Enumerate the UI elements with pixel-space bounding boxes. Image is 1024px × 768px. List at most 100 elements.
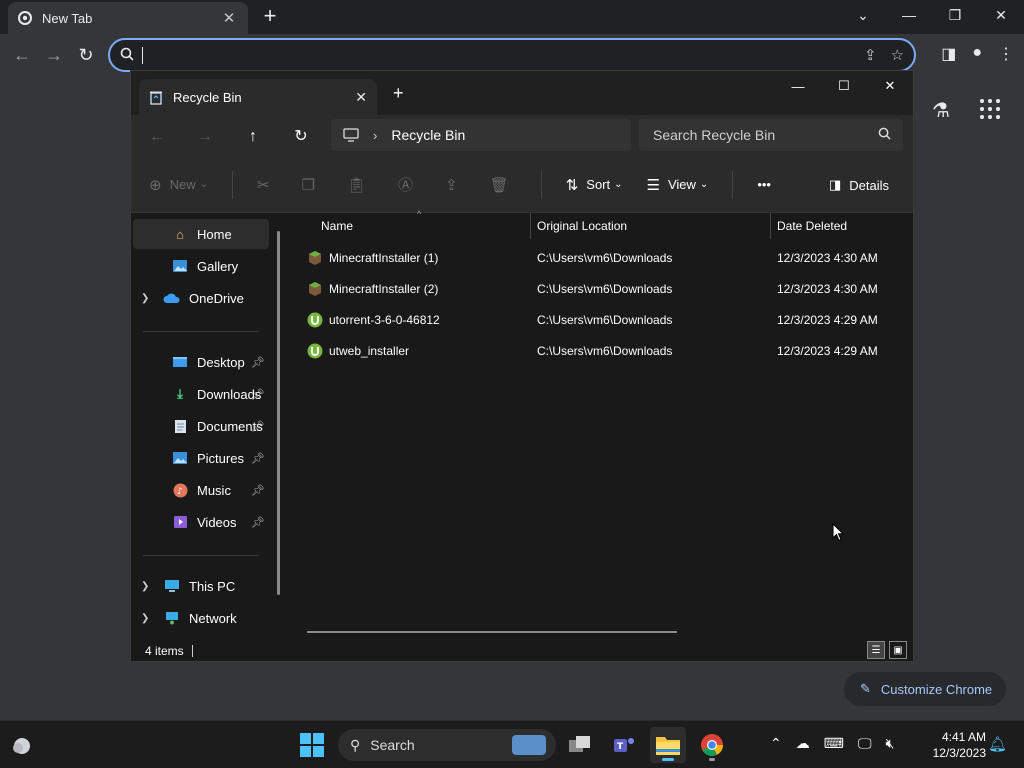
new-button[interactable]: ⊕ New ⌄ (149, 176, 208, 194)
table-row[interactable]: MinecraftInstaller (1) C:\Users\vm6\Down… (289, 243, 913, 273)
column-header-name[interactable]: Name (321, 213, 353, 239)
explorer-refresh-button[interactable]: ↻ (289, 125, 313, 149)
sidebar-item-this-pc[interactable]: ❯ This PC (133, 571, 269, 601)
search-highlight-image (512, 735, 546, 755)
customize-chrome-button[interactable]: ✎ Customize Chrome (844, 672, 1006, 706)
pin-icon[interactable]: 📌︎ (251, 356, 265, 369)
see-more-button[interactable]: ••• (757, 177, 771, 192)
volume-muted-icon[interactable]: 🔇︎ (885, 735, 894, 752)
minimize-button[interactable]: — (886, 0, 932, 30)
task-view-button[interactable] (562, 727, 598, 763)
chevron-right-icon[interactable]: ❯ (141, 293, 157, 304)
close-tab-icon[interactable]: ✕ (355, 89, 367, 106)
close-tab-icon[interactable]: ✕ (220, 9, 238, 27)
documents-icon (171, 418, 189, 434)
rename-icon: Ⓐ (398, 177, 414, 194)
forward-button[interactable]: → (41, 42, 67, 68)
pin-icon[interactable]: 📌︎ (251, 388, 265, 401)
google-apps-icon[interactable] (980, 99, 1000, 119)
cut-button[interactable]: ✂ (257, 176, 278, 194)
pin-icon[interactable]: 📌︎ (251, 516, 265, 529)
chevron-right-icon[interactable]: ❯ (141, 581, 157, 592)
column-header-date-deleted[interactable]: Date Deleted (777, 213, 847, 239)
pin-icon[interactable]: 📌︎ (251, 420, 265, 433)
chevron-right-icon[interactable]: ❯ (141, 613, 157, 624)
table-row[interactable]: utorrent-3-6-0-46812 C:\Users\vm6\Downlo… (289, 305, 913, 335)
start-button[interactable] (300, 733, 324, 757)
tiles-view-icon[interactable]: ▣ (889, 641, 907, 659)
delete-button[interactable]: 🗑︎ (490, 176, 517, 194)
column-header-original-location[interactable]: Original Location (537, 213, 627, 239)
sort-button[interactable]: ⇅ Sort ⌄ (566, 176, 623, 194)
explorer-new-tab-button[interactable]: + (393, 83, 404, 104)
sidebar-item-pictures[interactable]: Pictures 📌︎ (133, 443, 269, 473)
taskbar-clock[interactable]: 4:41 AM 12/3/2023 (920, 729, 986, 761)
teams-button[interactable]: T (606, 727, 642, 763)
profile-icon[interactable]: ● (972, 44, 982, 64)
sidebar-item-downloads[interactable]: ⤓ Downloads 📌︎ (133, 379, 269, 409)
new-tab-button[interactable]: + (258, 5, 282, 29)
column-separator[interactable] (770, 213, 771, 239)
keyboard-icon[interactable]: ⌨ (824, 735, 844, 752)
status-bar: 4 items ☰ ▣ (131, 641, 913, 661)
item-count: 4 items (145, 644, 184, 658)
command-bar: ⊕ New ⌄ ✂ ❐ 📋︎ Ⓐ ⇪ 🗑︎ ⇅ Sort ⌄ ☰ View ⌄ … (131, 157, 913, 213)
close-window-button[interactable]: ✕ (978, 0, 1024, 30)
show-hidden-icons-chevron-icon[interactable]: ⌃ (770, 735, 782, 752)
table-row[interactable]: utweb_installer C:\Users\vm6\Downloads 1… (289, 336, 913, 366)
details-view-icon[interactable]: ☰ (867, 641, 885, 659)
sidebar-item-videos[interactable]: Videos 📌︎ (133, 507, 269, 537)
explorer-maximize-button[interactable]: ☐ (821, 71, 867, 101)
explorer-forward-button[interactable]: → (193, 125, 217, 149)
sidebar-item-home[interactable]: ⌂ Home (133, 219, 269, 249)
address-bar[interactable]: › Recycle Bin (331, 119, 631, 151)
sidebar-item-label: Pictures (197, 450, 244, 466)
tab-search-chevron-icon[interactable]: ⌄ (840, 0, 886, 30)
sidebar-item-documents[interactable]: Documents 📌︎ (133, 411, 269, 441)
network-monitor-icon[interactable]: 🖵︎ (858, 735, 872, 752)
sidebar-item-network[interactable]: ❯ Network (133, 603, 269, 633)
file-explorer-taskbar-button[interactable] (650, 727, 686, 763)
rename-button[interactable]: Ⓐ (398, 174, 421, 195)
explorer-minimize-button[interactable]: — (775, 71, 821, 101)
omnibox[interactable]: ⇪ ☆ (108, 38, 916, 72)
chrome-menu-icon[interactable]: ⋮ (998, 44, 1014, 64)
chrome-tab-new-tab[interactable]: New Tab ✕ (8, 2, 248, 34)
back-button[interactable]: ← (9, 42, 35, 68)
bookmark-star-icon[interactable]: ☆ (891, 46, 904, 64)
column-separator[interactable] (530, 213, 531, 239)
chrome-taskbar-button[interactable] (694, 727, 730, 763)
restore-button[interactable]: ❐ (932, 0, 978, 30)
breadcrumb-recycle-bin[interactable]: Recycle Bin (391, 127, 465, 143)
sidebar-item-gallery[interactable]: Gallery (133, 251, 269, 281)
explorer-close-button[interactable]: ✕ (867, 71, 913, 101)
share-icon[interactable]: ⇪ (864, 46, 877, 64)
pin-icon[interactable]: 📌︎ (251, 484, 265, 497)
copy-button[interactable]: ❐ (302, 176, 323, 194)
chrome-window-controls: ⌄ — ❐ ✕ (840, 0, 1024, 32)
side-panel-icon[interactable]: ◨ (941, 44, 956, 64)
sidebar-item-desktop[interactable]: Desktop 📌︎ (133, 347, 269, 377)
explorer-search-box[interactable]: Search Recycle Bin (639, 119, 903, 151)
notification-bell-icon[interactable]: 🔔︎ (988, 735, 1007, 753)
sidebar-scrollbar[interactable] (277, 231, 280, 595)
horizontal-scrollbar[interactable] (307, 631, 677, 633)
onedrive-offline-icon[interactable]: ☁ (796, 735, 810, 752)
file-name: utorrent-3-6-0-46812 (329, 313, 440, 327)
pin-icon[interactable]: 📌︎ (251, 452, 265, 465)
share-button[interactable]: ⇪ (445, 176, 466, 194)
explorer-tab-recycle-bin[interactable]: Recycle Bin ✕ (139, 79, 377, 115)
details-pane-button[interactable]: ◨ Details (829, 177, 889, 193)
explorer-up-button[interactable]: ↑ (241, 125, 265, 149)
weather-cloud-icon[interactable] (10, 733, 34, 757)
view-button[interactable]: ☰ View ⌄ (647, 176, 709, 194)
paste-button[interactable]: 📋︎ (347, 176, 374, 194)
sidebar-item-music[interactable]: ♪ Music 📌︎ (133, 475, 269, 505)
explorer-back-button[interactable]: ← (145, 125, 169, 149)
file-name: utweb_installer (329, 344, 410, 358)
sidebar-item-onedrive[interactable]: ❯ OneDrive (133, 283, 269, 313)
labs-flask-icon[interactable]: ⚗ (932, 98, 950, 123)
reload-button[interactable]: ↻ (73, 42, 99, 68)
table-row[interactable]: MinecraftInstaller (2) C:\Users\vm6\Down… (289, 274, 913, 304)
taskbar-search[interactable]: ⚲ Search (338, 729, 556, 761)
